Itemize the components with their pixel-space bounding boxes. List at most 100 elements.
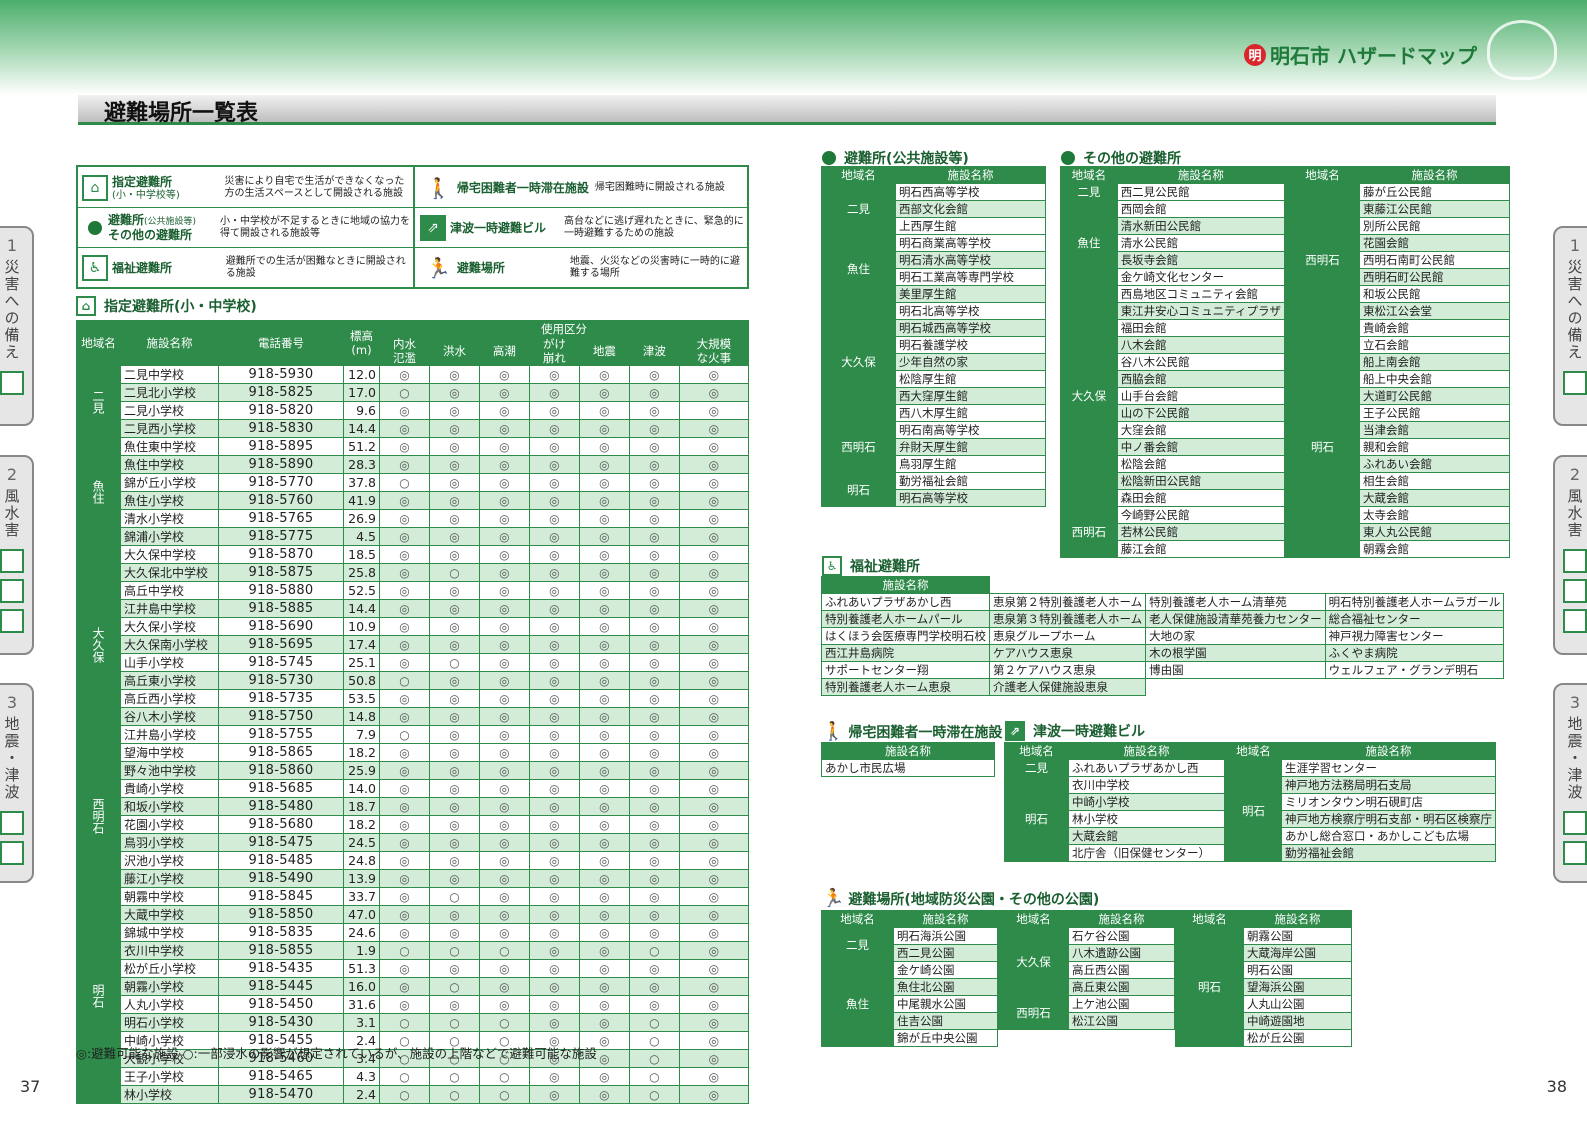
usage-mark: ○	[428, 653, 480, 672]
elevation: 4.5	[343, 527, 380, 546]
usage-mark: ◎	[528, 671, 580, 690]
wave-icon	[1563, 549, 1587, 573]
facility-name: 勤労福祉会館	[895, 472, 1046, 490]
table-row: 二見 明石西高等学校	[821, 183, 1046, 235]
usage-mark: ◎	[379, 617, 430, 636]
tab-earthquake-left[interactable]: 3 地震・津波	[0, 683, 34, 883]
facility-name: 東人丸公民館	[1359, 523, 1510, 541]
elevation: 51.2	[343, 437, 380, 456]
blank	[990, 577, 1146, 594]
usage-mark: ◎	[478, 779, 530, 798]
tab-preparation-left[interactable]: 1 災害への備え	[0, 226, 34, 426]
facility-name: 中ノ番会館	[1116, 438, 1286, 456]
usage-mark: ◎	[628, 437, 680, 456]
legend-public: 避難所(公共施設等) その他の避難所 小・中学校が不足するときに地域の協力を得て…	[82, 211, 412, 245]
header-row: 地域名 施設名称	[1060, 166, 1286, 184]
facility-name: 大蔵中学校	[120, 905, 219, 924]
tab-earthquake-right[interactable]: 3 地震・津波	[1553, 683, 1587, 883]
col-area: 地域名	[1175, 910, 1244, 928]
header-row: 地域名 施設名称	[821, 910, 998, 928]
facility-name: 魚住中学校	[120, 455, 219, 474]
area-cell: 魚住	[1060, 200, 1118, 286]
tsunami-title: 津波一時避難ビル	[1033, 724, 1145, 740]
usage-mark: ◎	[678, 689, 750, 708]
usage-mark: ◎	[628, 959, 680, 978]
facility-name: 弁財天厚生館	[895, 438, 1046, 456]
table-row: 西江井島病院 ケアハウス恵泉 木の根学園 ふくやま病院	[821, 644, 1505, 662]
tsunami-building-icon: ⇗	[1005, 721, 1025, 741]
table-row: 魚住 明石商業高等学校	[821, 234, 1046, 303]
usage-mark: ◎	[428, 383, 480, 402]
usage-mark: ○	[379, 383, 430, 402]
col-usage-4: 地震	[578, 336, 630, 366]
facility-name: 明石工業高等専門学校	[895, 268, 1046, 286]
usage-mark: ◎	[428, 743, 480, 762]
usage-mark: ◎	[379, 455, 430, 474]
table-row: 朝霧小学校 918-5445 16.0 ◎ ○ ◎ ◎ ◎ ◎ ◎	[77, 977, 750, 996]
phone-number: 918-5860	[218, 761, 344, 780]
usage-mark: ◎	[628, 527, 680, 546]
usage-mark: ◎	[528, 725, 580, 744]
wave-icon	[0, 549, 24, 573]
usage-mark: ◎	[528, 833, 580, 852]
usage-mark: ◎	[578, 779, 630, 798]
facility-name: ウェルフェア・グランデ明石	[1324, 661, 1505, 679]
facility-name: 相生会館	[1359, 472, 1510, 490]
usage-mark: ◎	[528, 995, 580, 1014]
usage-mark: ◎	[578, 761, 630, 780]
elevation: 52.5	[343, 581, 380, 600]
elevation: 10.9	[343, 617, 380, 636]
usage-mark: ◎	[628, 869, 680, 888]
usage-mark: ◎	[578, 1067, 630, 1086]
phone-number: 918-5885	[218, 599, 344, 618]
facility-name: 藤が丘公民館	[1359, 183, 1510, 201]
table-row: 江井島小学校 918-5755 7.9 ○ ◎ ◎ ◎ ◎ ◎ ◎	[77, 725, 750, 744]
usage-mark: ◎	[528, 887, 580, 906]
facility-name: 明石養護学校	[895, 336, 1046, 354]
table-row: 大久保 西島地区コミュニティ会館	[1060, 285, 1286, 507]
usage-mark: ○	[428, 941, 480, 960]
table-row: 林小学校 918-5470 2.4 ○ ○ ○ ◎ ◎ ○ ◎	[77, 1085, 750, 1104]
usage-mark: ◎	[628, 509, 680, 528]
usage-mark: ◎	[578, 977, 630, 996]
tab-preparation-right[interactable]: 1 災害への備え	[1553, 226, 1587, 426]
col-name: 施設名称	[895, 166, 1046, 184]
facility-name: 中尾親水公園	[893, 995, 998, 1013]
usage-mark: ◎	[628, 473, 680, 492]
usage-mark: ◎	[678, 563, 750, 582]
facility-name: 神戸地方法務局明石支局	[1281, 776, 1496, 794]
phone-number: 918-5895	[218, 437, 344, 456]
phone-number: 918-5490	[218, 869, 344, 888]
phone-number: 918-5850	[218, 905, 344, 924]
facility-name: 中崎遊園地	[1243, 1012, 1352, 1030]
area-cell: 明石	[1175, 927, 1244, 1047]
tab-number: 3	[1569, 693, 1581, 712]
facility-name: 別所公民館	[1359, 217, 1510, 235]
tab-flood-right[interactable]: 2 風水害	[1553, 455, 1587, 655]
usage-mark: ◎	[428, 473, 480, 492]
facility-name: 東江井安心コミュニティプラザ	[1116, 302, 1286, 320]
usage-mark: ◎	[678, 1085, 750, 1104]
facility-name: 高丘西公園	[1068, 961, 1175, 979]
table-row: 魚住 魚住東中学校 918-5895 51.2 ◎ ◎ ◎ ◎ ◎ ◎ ◎	[76, 437, 750, 546]
usage-mark: ◎	[678, 635, 750, 654]
table-row: 衣川中学校 918-5855 1.9 ○ ○ ○ ◎ ◎ ○ ◎	[77, 941, 750, 960]
table-row: 明石 生涯学習センター	[1225, 759, 1496, 862]
usage-mark: ◎	[528, 959, 580, 978]
usage-mark: ◎	[478, 419, 530, 438]
facility-name: 東松江公会堂	[1359, 302, 1510, 320]
usage-mark: ◎	[578, 383, 630, 402]
phone-number: 918-5845	[218, 887, 344, 906]
usage-mark: ◎	[678, 905, 750, 924]
landslide-icon	[0, 579, 24, 603]
tab-flood-left[interactable]: 2 風水害	[0, 455, 34, 655]
facility-name: 少年自然の家	[895, 353, 1046, 371]
elevation: 24.8	[343, 851, 380, 870]
facility-name: 上ケ池公園	[1068, 995, 1175, 1013]
evac-place-icon: 🏃	[426, 256, 451, 280]
facility-name: 朝霧中学校	[120, 887, 219, 906]
facility-name: 恵泉第３特別養護老人ホーム	[988, 610, 1147, 628]
walker-icon: 🚶	[822, 721, 845, 742]
facility-name: 明石小学校	[120, 1013, 219, 1032]
phone-number: 918-5480	[218, 797, 344, 816]
